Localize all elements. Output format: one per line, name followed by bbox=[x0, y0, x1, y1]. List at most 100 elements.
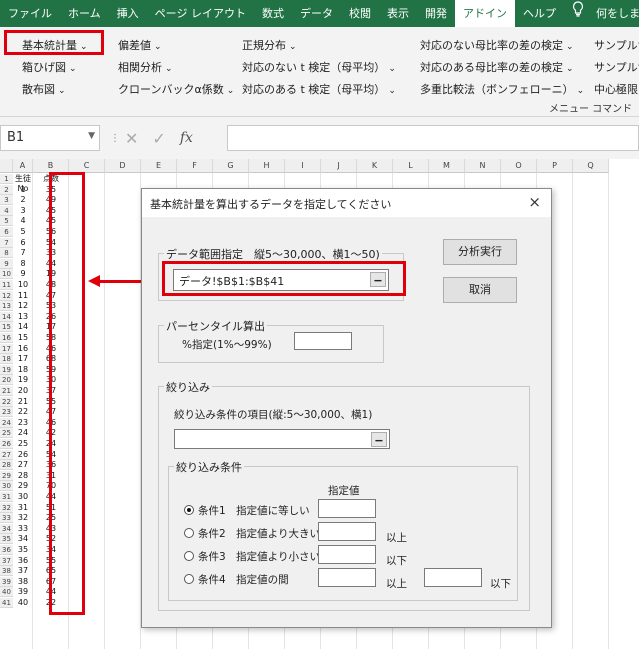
tab-data[interactable]: データ bbox=[292, 0, 341, 27]
column-header-c[interactable]: C bbox=[69, 159, 105, 173]
menu-central-limit[interactable]: 中心極限 bbox=[594, 81, 638, 97]
cancel-button[interactable]: 取消 bbox=[443, 277, 517, 303]
column-header-j[interactable]: J bbox=[321, 159, 357, 173]
cell-a[interactable]: 10 bbox=[13, 280, 33, 290]
cond4-from-input[interactable] bbox=[318, 568, 376, 587]
row-header[interactable]: 4 bbox=[0, 205, 13, 216]
cell-a[interactable]: 6 bbox=[13, 238, 33, 248]
row-header[interactable]: 18 bbox=[0, 354, 13, 365]
cell-a[interactable]: 1 bbox=[13, 185, 33, 195]
row-header[interactable]: 35 bbox=[0, 534, 13, 545]
menu-bonferroni[interactable]: 多重比較法（ボンフェローニ） ⌄ bbox=[420, 81, 584, 97]
cell-a[interactable]: 5 bbox=[13, 227, 33, 237]
cell-a[interactable]: 18 bbox=[13, 365, 33, 375]
menu-cronbach[interactable]: クローンバックα係数 ⌄ bbox=[118, 81, 234, 97]
cell-a[interactable]: 23 bbox=[13, 418, 33, 428]
cell-a[interactable]: 8 bbox=[13, 259, 33, 269]
column-header-h[interactable]: H bbox=[249, 159, 285, 173]
menu-paired-prop[interactable]: 対応のある母比率の差の検定 ⌄ bbox=[420, 59, 574, 75]
tab-review[interactable]: 校閲 bbox=[341, 0, 379, 27]
radio-cond4[interactable] bbox=[184, 574, 194, 584]
cell-a[interactable]: 生徒No bbox=[13, 174, 33, 193]
tab-file[interactable]: ファイル bbox=[0, 0, 60, 27]
cond1-value-input[interactable] bbox=[318, 499, 376, 518]
menu-unpaired-prop[interactable]: 対応のない母比率の差の検定 ⌄ bbox=[420, 37, 574, 53]
check-icon[interactable]: ✓ bbox=[152, 129, 165, 148]
filter-item-combo[interactable]: ▁ bbox=[174, 429, 390, 449]
cell-a[interactable]: 3 bbox=[13, 206, 33, 216]
function-icon[interactable]: fx bbox=[180, 130, 193, 146]
menu-deviation[interactable]: 偏差値 ⌄ bbox=[118, 37, 162, 53]
row-header[interactable]: 11 bbox=[0, 280, 13, 290]
column-header-m[interactable]: M bbox=[429, 159, 465, 173]
row-header[interactable]: 24 bbox=[0, 417, 13, 428]
row-header[interactable]: 10 bbox=[0, 269, 13, 280]
select-all-corner[interactable] bbox=[0, 159, 13, 173]
cell-a[interactable]: 22 bbox=[13, 407, 33, 417]
cell-a[interactable]: 13 bbox=[13, 312, 33, 322]
cond4-to-input[interactable] bbox=[424, 568, 482, 587]
cell-a[interactable]: 20 bbox=[13, 386, 33, 396]
column-header-a[interactable]: A bbox=[13, 159, 33, 173]
cell-a[interactable]: 21 bbox=[13, 397, 33, 407]
cell-a[interactable]: 12 bbox=[13, 301, 33, 311]
cell-a[interactable]: 19 bbox=[13, 375, 33, 385]
row-header[interactable]: 5 bbox=[0, 216, 13, 227]
column-header-o[interactable]: O bbox=[501, 159, 537, 173]
column-header-p[interactable]: P bbox=[537, 159, 573, 173]
row-header[interactable]: 7 bbox=[0, 237, 13, 248]
row-header[interactable]: 12 bbox=[0, 290, 13, 301]
cell-a[interactable]: 40 bbox=[13, 598, 33, 608]
radio-cond3[interactable] bbox=[184, 551, 194, 561]
row-header[interactable]: 8 bbox=[0, 248, 13, 259]
cell-a[interactable]: 28 bbox=[13, 471, 33, 481]
name-box[interactable]: B1 ▼ bbox=[0, 125, 100, 151]
cell-a[interactable]: 9 bbox=[13, 269, 33, 279]
row-header[interactable]: 28 bbox=[0, 460, 13, 471]
row-header[interactable]: 16 bbox=[0, 333, 13, 343]
cell-a[interactable]: 26 bbox=[13, 450, 33, 460]
row-header[interactable]: 25 bbox=[0, 428, 13, 439]
cond3-value-input[interactable] bbox=[318, 545, 376, 564]
tab-view[interactable]: 表示 bbox=[379, 0, 417, 27]
chevron-down-icon[interactable]: ▼ bbox=[88, 131, 95, 141]
cell-a[interactable]: 25 bbox=[13, 439, 33, 449]
percentile-input[interactable] bbox=[294, 332, 352, 350]
row-header[interactable]: 14 bbox=[0, 311, 13, 322]
analyze-button[interactable]: 分析実行 bbox=[443, 239, 517, 265]
row-header[interactable]: 33 bbox=[0, 513, 13, 524]
row-header[interactable]: 36 bbox=[0, 545, 13, 555]
row-header[interactable]: 3 bbox=[0, 195, 13, 206]
cell-a[interactable]: 38 bbox=[13, 577, 33, 587]
menu-normal-dist[interactable]: 正規分布 ⌄ bbox=[242, 37, 297, 53]
cell-a[interactable]: 27 bbox=[13, 460, 33, 470]
cell-a[interactable]: 14 bbox=[13, 322, 33, 332]
tab-insert[interactable]: 挿入 bbox=[109, 0, 147, 27]
cell-a[interactable]: 24 bbox=[13, 428, 33, 438]
menu-paired-t[interactable]: 対応のある t 検定（母平均） ⌄ bbox=[242, 81, 396, 97]
row-header[interactable]: 38 bbox=[0, 566, 13, 577]
column-header-d[interactable]: D bbox=[105, 159, 141, 173]
tell-me-search[interactable]: 何をしますか bbox=[588, 0, 639, 27]
column-header-g[interactable]: G bbox=[213, 159, 249, 173]
row-header[interactable]: 19 bbox=[0, 364, 13, 375]
cell-a[interactable]: 30 bbox=[13, 492, 33, 502]
row-header[interactable]: 2 bbox=[0, 184, 13, 195]
row-header[interactable]: 23 bbox=[0, 407, 13, 418]
row-header[interactable]: 17 bbox=[0, 343, 13, 354]
cell-a[interactable]: 29 bbox=[13, 481, 33, 491]
column-header-e[interactable]: E bbox=[141, 159, 177, 173]
tab-page-layout[interactable]: ページ レイアウト bbox=[147, 0, 254, 27]
cell-a[interactable]: 39 bbox=[13, 587, 33, 597]
menu-correlation[interactable]: 相関分析 ⌄ bbox=[118, 59, 173, 75]
menu-unpaired-t[interactable]: 対応のない t 検定（母平均） ⌄ bbox=[242, 59, 396, 75]
row-header[interactable]: 22 bbox=[0, 396, 13, 407]
cell-a[interactable]: 4 bbox=[13, 216, 33, 226]
row-header[interactable]: 32 bbox=[0, 502, 13, 513]
row-header[interactable]: 20 bbox=[0, 375, 13, 386]
close-icon[interactable]: × bbox=[528, 193, 541, 211]
cell-a[interactable]: 36 bbox=[13, 556, 33, 566]
row-header[interactable]: 27 bbox=[0, 449, 13, 460]
row-header[interactable]: 13 bbox=[0, 301, 13, 312]
cell-a[interactable]: 17 bbox=[13, 354, 33, 364]
